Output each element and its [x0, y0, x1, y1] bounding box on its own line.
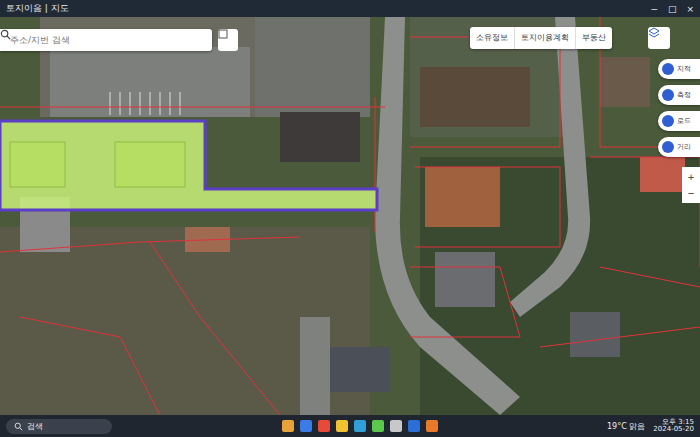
side-button-icon	[662, 63, 674, 75]
taskbar-search-label: 검색	[27, 421, 43, 432]
side-button[interactable]: 측정	[658, 85, 700, 105]
parking-line	[130, 92, 131, 115]
road	[300, 317, 330, 415]
search-icon	[14, 422, 23, 431]
building	[640, 157, 685, 192]
app-icon[interactable]	[372, 420, 384, 432]
side-button[interactable]: 로드	[658, 111, 700, 131]
side-button-label: 로드	[677, 116, 691, 126]
terrain	[0, 17, 700, 415]
building	[280, 112, 360, 162]
building	[570, 312, 620, 357]
parking-line	[120, 92, 121, 115]
parking-line	[140, 92, 141, 115]
search-icon	[0, 29, 11, 40]
parcel-boundary	[410, 267, 520, 337]
clock[interactable]: 오후 3:152024-05-20	[653, 419, 694, 434]
taskbar: 검색 19°C 맑음 오후 3:152024-05-20	[0, 415, 700, 437]
side-button-label: 측정	[677, 90, 691, 100]
zoom-button[interactable]: +	[687, 172, 695, 182]
parcel-boundary	[415, 167, 560, 247]
building	[115, 142, 185, 187]
side-button-icon	[662, 89, 674, 101]
top-button-group: 소유정보토지이용계획부동산	[470, 27, 612, 49]
parking-lot	[255, 17, 370, 117]
parcel-boundary	[0, 237, 300, 252]
parcel-boundary	[600, 267, 700, 287]
terrain	[0, 227, 370, 415]
weather[interactable]: 19°C 맑음	[607, 421, 645, 432]
side-button-group: 지적측정로드거리	[658, 59, 700, 157]
building	[425, 167, 500, 227]
window-control[interactable]: □	[668, 4, 677, 14]
top-button[interactable]: 토지이용계획	[515, 27, 576, 49]
clock-date: 2024-05-20	[653, 426, 694, 433]
clock-time: 오후 3:15	[662, 419, 694, 426]
parking-line	[110, 92, 111, 115]
app-icon[interactable]	[426, 420, 438, 432]
layers-icon	[648, 27, 660, 39]
side-button-label: 지적	[677, 64, 691, 74]
window-control[interactable]: −	[650, 4, 658, 14]
filter-button[interactable]	[218, 29, 238, 51]
window-controls: −□ ×	[650, 4, 694, 14]
zoom-tools: +−	[682, 167, 700, 203]
parcel-boundary	[540, 327, 700, 347]
top-button[interactable]: 소유정보	[470, 27, 515, 49]
search-box[interactable]	[0, 29, 212, 51]
side-button-icon	[662, 141, 674, 153]
parcel-boundary	[600, 17, 700, 147]
parking-line	[150, 92, 151, 115]
side-button[interactable]: 거리	[658, 137, 700, 157]
parking-line	[160, 92, 161, 115]
search-input[interactable]	[8, 34, 204, 46]
parcel-boundary	[590, 157, 700, 267]
top-button[interactable]: 부동산	[576, 27, 612, 49]
parcel-boundary	[375, 97, 376, 232]
building	[420, 67, 530, 127]
taskbar-search[interactable]: 검색	[6, 419, 112, 434]
building	[600, 57, 650, 107]
side-button[interactable]: 지적	[658, 59, 700, 79]
app-icon[interactable]	[300, 420, 312, 432]
app-icon[interactable]	[336, 420, 348, 432]
title-bar: 토지이음 | 지도 −□ ×	[0, 0, 700, 17]
app-icon[interactable]	[354, 420, 366, 432]
parking-line	[170, 92, 171, 115]
app-icon[interactable]	[408, 420, 420, 432]
building	[435, 252, 495, 307]
parcel-boundary	[410, 37, 560, 147]
zoom-button[interactable]: −	[687, 188, 695, 198]
app-icon[interactable]	[318, 420, 330, 432]
aerial-map[interactable]	[0, 17, 700, 415]
building	[10, 142, 65, 187]
app-icon[interactable]	[282, 420, 294, 432]
app-icon[interactable]	[390, 420, 402, 432]
window-control[interactable]: ×	[686, 4, 694, 14]
parcel-boundary	[20, 317, 160, 415]
taskbar-apps	[118, 420, 601, 432]
side-button-label: 거리	[677, 142, 691, 152]
system-tray: 19°C 맑음 오후 3:152024-05-20	[607, 419, 694, 434]
building	[330, 347, 390, 392]
selected-parcel	[0, 121, 377, 210]
layer-button[interactable]	[648, 27, 670, 49]
filter-icon	[218, 29, 228, 39]
map-view[interactable]: 소유정보토지이용계획부동산지적측정로드거리+−	[0, 17, 700, 415]
window-title: 토지이음 | 지도	[6, 2, 69, 15]
parcel-boundary	[0, 107, 385, 108]
parking-line	[180, 92, 181, 115]
side-button-icon	[662, 115, 674, 127]
parcel-boundary	[150, 242, 280, 415]
